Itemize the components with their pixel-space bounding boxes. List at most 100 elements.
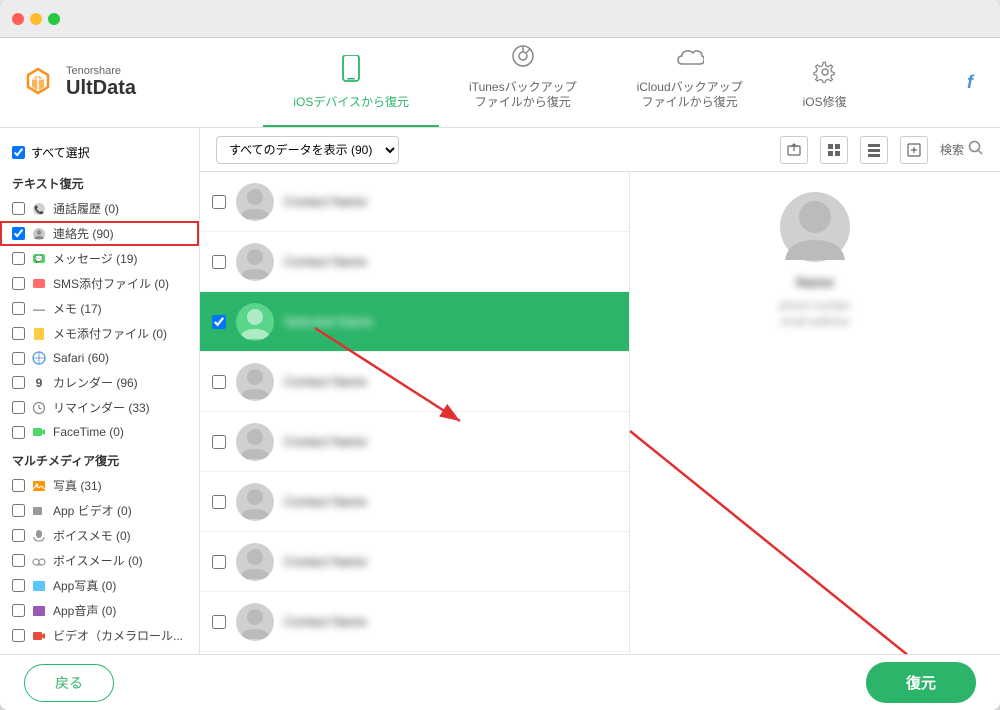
- contact-checkbox[interactable]: [212, 195, 226, 209]
- contact-row-selected[interactable]: Selected Name: [200, 292, 629, 352]
- sidebar-item-call-history[interactable]: 📞 通話履歴 (0): [0, 196, 199, 221]
- contact-checkbox[interactable]: [212, 255, 226, 269]
- filter-select[interactable]: すべてのデータを表示 (90): [216, 136, 399, 164]
- tab-ios-repair[interactable]: iOS修復: [773, 38, 877, 127]
- sidebar-item-video-camera[interactable]: ビデオ（カメラロール...: [0, 623, 199, 648]
- contact-row[interactable]: Contact Name: [200, 652, 629, 654]
- view-btn-export[interactable]: [900, 136, 928, 164]
- sms-attachments-checkbox[interactable]: [12, 277, 25, 290]
- sidebar-item-sms-attachments[interactable]: SMS添付ファイル (0): [0, 271, 199, 296]
- contact-row[interactable]: Contact Name: [200, 352, 629, 412]
- app-audio-checkbox[interactable]: [12, 604, 25, 617]
- view-btn-upload[interactable]: [780, 136, 808, 164]
- sidebar-item-facetime[interactable]: FaceTime (0): [0, 420, 199, 444]
- app-video-checkbox[interactable]: [12, 504, 25, 517]
- video-camera-checkbox[interactable]: [12, 629, 25, 642]
- messages-icon: 💬: [31, 251, 47, 267]
- sidebar-item-contacts[interactable]: 連絡先 (90): [0, 221, 199, 246]
- contact-row[interactable]: Contact Name: [200, 532, 629, 592]
- search-label: 検索: [940, 141, 964, 158]
- footer: 戻る 復元: [0, 654, 1000, 710]
- facebook-icon[interactable]: f: [967, 72, 973, 93]
- sidebar-item-memo-attachments[interactable]: メモ添付ファイル (0): [0, 321, 199, 346]
- contact-row[interactable]: Contact Name: [200, 472, 629, 532]
- messages-checkbox[interactable]: [12, 252, 25, 265]
- calendar-label: カレンダー (96): [53, 374, 187, 391]
- back-button[interactable]: 戻る: [24, 664, 114, 702]
- contact-row[interactable]: Contact Name: [200, 592, 629, 652]
- video-camera-label: ビデオ（カメラロール...: [53, 627, 187, 644]
- facetime-checkbox[interactable]: [12, 426, 25, 439]
- contact-list-left: Contact Name Contact Name: [200, 172, 630, 654]
- contact-checkbox[interactable]: [212, 375, 226, 389]
- messages-label: メッセージ (19): [53, 250, 187, 267]
- search-icon[interactable]: [968, 140, 984, 159]
- facetime-label: FaceTime (0): [53, 425, 187, 439]
- contact-row[interactable]: Contact Name: [200, 412, 629, 472]
- sidebar-item-reminder[interactable]: リマインダー (33): [0, 395, 199, 420]
- close-button[interactable]: [12, 13, 24, 25]
- contacts-checkbox[interactable]: [12, 227, 25, 240]
- contact-checkbox-selected[interactable]: [212, 315, 226, 329]
- logo-ultdata: UltData: [66, 77, 136, 100]
- calendar-checkbox[interactable]: [12, 376, 25, 389]
- sidebar-item-messages[interactable]: 💬 メッセージ (19): [0, 246, 199, 271]
- minimize-button[interactable]: [30, 13, 42, 25]
- select-all-checkbox[interactable]: [12, 146, 25, 159]
- sidebar-item-app-photo[interactable]: App写真 (0): [0, 573, 199, 598]
- tab-itunes[interactable]: iTunesバックアップファイルから復元: [439, 38, 607, 127]
- contact-checkbox[interactable]: [212, 435, 226, 449]
- restore-button[interactable]: 復元: [866, 662, 976, 703]
- select-all-area: すべて選択: [0, 138, 199, 167]
- safari-label: Safari (60): [53, 351, 187, 365]
- sidebar-item-app-audio[interactable]: App音声 (0): [0, 598, 199, 623]
- contact-checkbox[interactable]: [212, 615, 226, 629]
- sidebar-item-voicemail[interactable]: ボイスメール (0): [0, 548, 199, 573]
- nav-tabs: iOSデバイスから復元 iTunesバックアップファイルから復元: [200, 38, 940, 127]
- contact-checkbox[interactable]: [212, 555, 226, 569]
- reminder-checkbox[interactable]: [12, 401, 25, 414]
- contacts-icon: [31, 226, 47, 242]
- memo-attachments-checkbox[interactable]: [12, 327, 25, 340]
- content-toolbar: すべてのデータを表示 (90): [200, 128, 1000, 172]
- contact-name: Contact Name: [284, 194, 367, 209]
- calendar-icon: 9: [31, 375, 47, 391]
- contact-name: Contact Name: [284, 614, 367, 629]
- maximize-button[interactable]: [48, 13, 60, 25]
- photos-checkbox[interactable]: [12, 479, 25, 492]
- contact-row[interactable]: Contact Name: [200, 232, 629, 292]
- voicemail-checkbox[interactable]: [12, 554, 25, 567]
- sidebar-item-photos[interactable]: 写真 (31): [0, 473, 199, 498]
- facetime-icon: [31, 424, 47, 440]
- view-btn-list[interactable]: [860, 136, 888, 164]
- contact-name: Contact Name: [284, 374, 367, 389]
- contact-row[interactable]: Contact Name: [200, 172, 629, 232]
- tab-icloud[interactable]: iCloudバックアップファイルから復元: [607, 38, 773, 127]
- app-photo-icon: [31, 578, 47, 594]
- sidebar-item-memo[interactable]: — メモ (17): [0, 296, 199, 321]
- call-history-checkbox[interactable]: [12, 202, 25, 215]
- app-photo-checkbox[interactable]: [12, 579, 25, 592]
- content-wrapper: すべてのデータを表示 (90): [200, 128, 1000, 654]
- sidebar-item-calendar[interactable]: 9 カレンダー (96): [0, 370, 199, 395]
- contact-avatar-selected: [236, 303, 274, 341]
- voice-memo-checkbox[interactable]: [12, 529, 25, 542]
- safari-checkbox[interactable]: [12, 352, 25, 365]
- reminder-icon: [31, 400, 47, 416]
- sidebar-item-safari[interactable]: Safari (60): [0, 346, 199, 370]
- contact-checkbox[interactable]: [212, 495, 226, 509]
- contact-avatar: [236, 483, 274, 521]
- sidebar-item-voice-memo[interactable]: ボイスメモ (0): [0, 523, 199, 548]
- ios-repair-icon: [813, 59, 837, 89]
- sidebar-item-app-video[interactable]: App ビデオ (0): [0, 498, 199, 523]
- app-video-label: App ビデオ (0): [53, 502, 187, 519]
- memo-attachments-icon: [31, 326, 47, 342]
- view-btn-grid[interactable]: [820, 136, 848, 164]
- tab-ios-device[interactable]: iOSデバイスから復元: [263, 38, 439, 127]
- tab-ios-device-label: iOSデバイスから復元: [293, 95, 409, 111]
- main-content: すべて選択 テキスト復元 📞 通話履歴 (0) 連絡先 (90): [0, 128, 1000, 654]
- memo-checkbox[interactable]: [12, 302, 25, 315]
- detail-avatar: [780, 192, 850, 262]
- contact-avatar: [236, 603, 274, 641]
- contact-list: Contact Name Contact Name: [200, 172, 1000, 654]
